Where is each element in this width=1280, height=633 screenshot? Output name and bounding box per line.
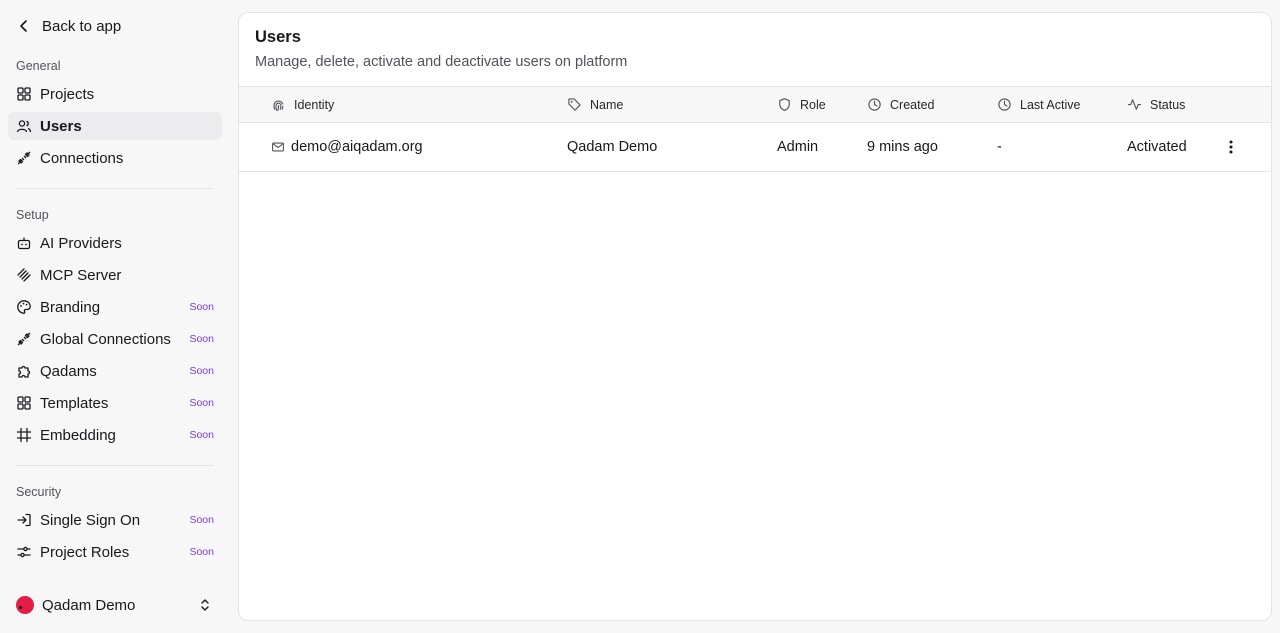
back-to-app-link[interactable]: Back to app xyxy=(16,14,121,38)
column-header-status[interactable]: Status xyxy=(1127,87,1185,122)
shield-icon xyxy=(779,98,790,111)
avatar xyxy=(16,596,34,614)
tag-icon xyxy=(568,98,581,111)
cell-status: Activated xyxy=(1127,123,1187,171)
soon-badge: Soon xyxy=(189,365,214,377)
sidebar-item-label: Branding xyxy=(40,298,101,316)
activity-icon xyxy=(1127,99,1142,110)
sidebar-item-connections[interactable]: Connections xyxy=(8,144,222,172)
mcp-icon xyxy=(16,267,32,283)
clock-icon xyxy=(998,98,1011,111)
column-header-name[interactable]: Name xyxy=(567,87,623,122)
palette-icon xyxy=(16,299,32,315)
sidebar-item-global-connections[interactable]: Global Connections Soon xyxy=(8,325,222,353)
sidebar-item-label: Qadams xyxy=(40,362,97,380)
cell-role: Admin xyxy=(777,123,818,171)
sidebar-item-ai-providers[interactable]: AI Providers xyxy=(8,229,222,257)
bot-icon xyxy=(16,235,32,251)
account-switcher[interactable]: Qadam Demo xyxy=(16,594,216,616)
section-setup-label: Setup xyxy=(16,208,49,222)
user-last-active: - xyxy=(997,139,1002,155)
column-label: Identity xyxy=(294,97,335,112)
column-header-created[interactable]: Created xyxy=(867,87,934,122)
sign-in-icon xyxy=(16,512,32,528)
soon-badge: Soon xyxy=(189,333,214,345)
fingerprint-icon xyxy=(273,100,284,112)
page-subtitle: Manage, delete, activate and deactivate … xyxy=(255,54,628,70)
column-label: Created xyxy=(890,97,935,112)
sidebar-item-label: Embedding xyxy=(40,426,116,444)
cell-last-active: - xyxy=(997,123,1002,171)
table-row[interactable]: demo@aiqadam.org Qadam Demo Admin 9 mins… xyxy=(239,123,1271,172)
column-label: Role xyxy=(800,97,826,112)
sidebar-item-embedding[interactable]: Embedding Soon xyxy=(8,421,222,449)
sidebar-item-branding[interactable]: Branding Soon xyxy=(8,293,222,321)
soon-badge: Soon xyxy=(189,546,214,558)
chevron-left-icon xyxy=(20,20,27,32)
clock-icon xyxy=(868,98,881,111)
plug-icon xyxy=(16,150,32,166)
grid-icon xyxy=(16,86,32,102)
sidebar-item-label: Single Sign On xyxy=(40,511,141,529)
sidebar-divider xyxy=(16,188,214,189)
column-label: Status xyxy=(1150,97,1186,112)
column-header-identity[interactable]: Identity xyxy=(271,87,334,122)
soon-badge: Soon xyxy=(189,301,214,313)
sidebar-item-label: Templates xyxy=(40,394,109,412)
cell-name: Qadam Demo xyxy=(567,123,657,171)
page-title: Users xyxy=(255,28,301,46)
column-label: Last Active xyxy=(1020,97,1081,112)
sliders-icon xyxy=(16,544,32,560)
users-icon xyxy=(16,118,32,134)
sidebar-item-projects[interactable]: Projects xyxy=(8,80,222,108)
user-name: Qadam Demo xyxy=(567,139,658,155)
sidebar-item-qadams[interactable]: Qadams Soon xyxy=(8,357,222,385)
hash-frame-icon xyxy=(16,427,32,443)
mail-icon xyxy=(272,142,284,152)
sidebar-item-project-roles[interactable]: Project Roles Soon xyxy=(8,538,222,566)
column-header-last-active[interactable]: Last Active xyxy=(997,87,1080,122)
row-actions-button[interactable] xyxy=(1221,137,1241,157)
sidebar: Back to app General Projects Users Conne… xyxy=(0,0,230,633)
column-header-role[interactable]: Role xyxy=(777,87,826,122)
column-label: Name xyxy=(590,97,624,112)
soon-badge: Soon xyxy=(189,514,214,526)
cell-identity: demo@aiqadam.org xyxy=(271,123,423,171)
chevrons-up-down-icon xyxy=(201,599,209,611)
account-name: Qadam Demo xyxy=(42,596,136,614)
user-status: Activated xyxy=(1127,139,1187,155)
more-vertical-icon xyxy=(1229,140,1233,154)
user-created: 9 mins ago xyxy=(867,139,938,155)
sidebar-item-label: Project Roles xyxy=(40,543,130,561)
users-panel: Users Manage, delete, activate and deact… xyxy=(238,12,1272,621)
sidebar-item-label: Users xyxy=(40,117,82,135)
sidebar-item-templates[interactable]: Templates Soon xyxy=(8,389,222,417)
sidebar-item-label: AI Providers xyxy=(40,234,122,252)
user-role: Admin xyxy=(777,139,819,155)
grid-icon xyxy=(16,395,32,411)
user-email: demo@aiqadam.org xyxy=(291,139,423,155)
sidebar-item-label: Connections xyxy=(40,149,124,167)
puzzle-icon xyxy=(16,363,32,379)
sidebar-item-mcp-server[interactable]: MCP Server xyxy=(8,261,222,289)
sidebar-item-label: Global Connections xyxy=(40,330,171,348)
sidebar-item-single-sign-on[interactable]: Single Sign On Soon xyxy=(8,506,222,534)
soon-badge: Soon xyxy=(189,429,214,441)
sidebar-divider xyxy=(16,465,214,466)
plug-icon xyxy=(16,331,32,347)
back-to-app-label: Back to app xyxy=(42,17,122,35)
table-header: Identity Name Role Created Last Active S… xyxy=(239,86,1271,123)
sidebar-item-label: MCP Server xyxy=(40,266,122,284)
soon-badge: Soon xyxy=(189,397,214,409)
section-security-label: Security xyxy=(16,485,62,499)
section-general-label: General xyxy=(16,59,61,73)
sidebar-item-users[interactable]: Users xyxy=(8,112,222,140)
cell-created: 9 mins ago xyxy=(867,123,938,171)
sidebar-item-label: Projects xyxy=(40,85,95,103)
